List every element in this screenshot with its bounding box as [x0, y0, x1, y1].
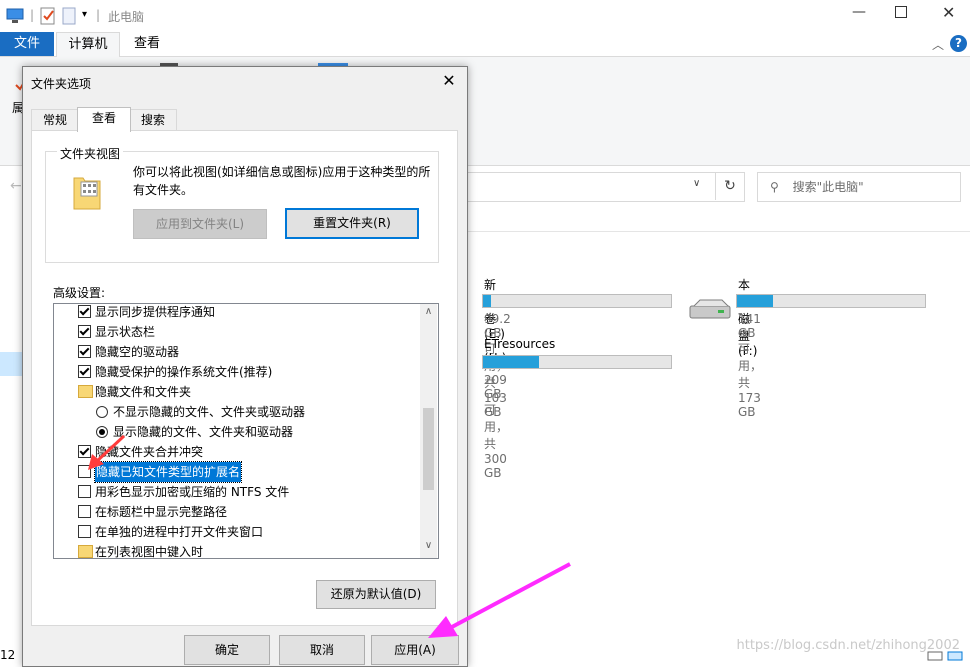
setting-label: 隐藏文件和文件夹 [95, 385, 192, 399]
setting-checkbox[interactable] [78, 325, 91, 338]
setting-label: 隐藏空的驱动器 [95, 345, 180, 359]
setting-radio[interactable] [96, 406, 108, 418]
scroll-up-icon[interactable]: ∧ [420, 306, 437, 317]
search-placeholder: 搜索"此电脑" [792, 180, 864, 194]
setting-radio[interactable] [96, 426, 108, 438]
scroll-down-icon[interactable]: ∨ [420, 540, 437, 551]
drive-usage-bar [482, 294, 672, 308]
computer-icon [6, 8, 24, 23]
close-icon[interactable]: ✕ [942, 3, 955, 22]
status-view-icons[interactable] [926, 650, 966, 662]
setting-label: 不显示隐藏的文件、文件夹或驱动器 [113, 405, 306, 419]
folder-options-dialog: 文件夹选项 ✕ 常规 查看 搜索 文件夹视图 你可以将此视图(如详细信息或图标)… [22, 66, 468, 667]
apply-to-folders-button[interactable]: 应用到文件夹(L) [133, 209, 267, 239]
advanced-settings-list[interactable]: 显示同步提供程序通知 显示状态栏隐藏空的驱动器隐藏受保护的操作系统文件(推荐) 隐藏… [53, 303, 439, 559]
drive-info: 209 GB 可用，共 300 GB [484, 373, 509, 480]
tab-view[interactable]: 查看 [122, 32, 172, 56]
nav-pane-selected-item[interactable] [0, 352, 22, 376]
drive-usage-fill [483, 356, 540, 368]
restore-defaults-button[interactable]: 还原为默认值(D) [316, 580, 436, 609]
drive-usage-fill [737, 295, 773, 307]
setting-label: 在标题栏中显示完整路径 [95, 505, 228, 519]
back-arrow-icon[interactable]: ← [10, 178, 22, 194]
drive-usage-bar [482, 355, 672, 369]
search-icon: ⚲ [770, 180, 779, 194]
setting-checkbox[interactable] [78, 485, 91, 498]
section-divider [465, 231, 970, 232]
folder-view-icon [73, 177, 101, 210]
advanced-settings-label: 高级设置: [53, 286, 106, 300]
setting-label: 隐藏已知文件类型的扩展名 [93, 461, 243, 483]
setting-checkbox[interactable] [78, 445, 91, 458]
quick-access-dropdown-icon[interactable]: ▾ [82, 9, 87, 20]
refresh-icon[interactable]: ↻ [715, 172, 744, 200]
setting-label: 隐藏文件夹合并冲突 [95, 445, 204, 459]
setting-label: 显示隐藏的文件、文件夹和驱动器 [113, 425, 294, 439]
cancel-button[interactable]: 取消 [279, 635, 365, 665]
tab-general[interactable]: 常规 [31, 109, 79, 131]
explorer-titlebar: | ▾ | 此电脑 — ✕ [0, 0, 970, 32]
help-icon[interactable]: ? [950, 35, 967, 52]
setting-label: 显示状态栏 [95, 325, 156, 339]
address-dropdown-icon[interactable]: ∨ [693, 178, 700, 189]
window-title: 此电脑 [108, 10, 145, 24]
search-input[interactable]: ⚲ 搜索"此电脑" [757, 172, 961, 202]
setting-label: 显示同步提供程序通知 [95, 305, 216, 319]
maximize-icon[interactable] [895, 6, 907, 18]
scrollbar-thumb[interactable] [423, 408, 434, 490]
dialog-close-icon[interactable]: ✕ [439, 71, 459, 91]
setting-folder-icon [78, 545, 93, 558]
tab-computer[interactable]: 计算机 [56, 32, 120, 58]
drive-icon [689, 299, 731, 319]
setting-checkbox[interactable] [78, 525, 91, 538]
dialog-title: 文件夹选项 [31, 77, 92, 91]
setting-label: 用彩色显示加密或压缩的 NTFS 文件 [95, 485, 290, 499]
apply-button[interactable]: 应用(A) [371, 635, 459, 665]
tab-search[interactable]: 搜索 [129, 109, 177, 131]
drive-usage-fill [483, 295, 491, 307]
tab-view-settings[interactable]: 查看 [77, 107, 131, 132]
setting-checkbox[interactable] [78, 465, 91, 478]
setting-label: 在单独的进程中打开文件夹窗口 [95, 525, 264, 539]
setting-checkbox[interactable] [78, 505, 91, 518]
ok-button[interactable]: 确定 [184, 635, 270, 665]
setting-checkbox[interactable] [78, 345, 91, 358]
drive-info: 141 GB 可用，共 173 GB [738, 312, 763, 419]
setting-checkbox[interactable] [78, 365, 91, 378]
setting-checkbox[interactable] [78, 305, 91, 318]
properties-icon[interactable] [40, 7, 56, 25]
drive-usage-bar [736, 294, 926, 308]
address-bar[interactable] [465, 172, 745, 202]
folder-view-description: 你可以将此视图(如详细信息或图标)应用于这种类型的所有文件夹。 [133, 165, 431, 197]
new-folder-icon[interactable] [62, 7, 76, 25]
tab-file[interactable]: 文件 [0, 32, 54, 56]
item-count-label: 12 [0, 648, 16, 662]
setting-folder-icon [78, 385, 93, 398]
ribbon-collapse-icon[interactable]: ︿ [932, 36, 944, 53]
setting-label: 在列表视图中键入时 [95, 545, 204, 559]
setting-label: 隐藏受保护的操作系统文件(推荐) [95, 365, 273, 379]
reset-folders-button[interactable]: 重置文件夹(R) [285, 208, 419, 239]
folder-view-legend: 文件夹视图 [57, 145, 124, 162]
minimize-icon[interactable]: — [852, 4, 866, 20]
